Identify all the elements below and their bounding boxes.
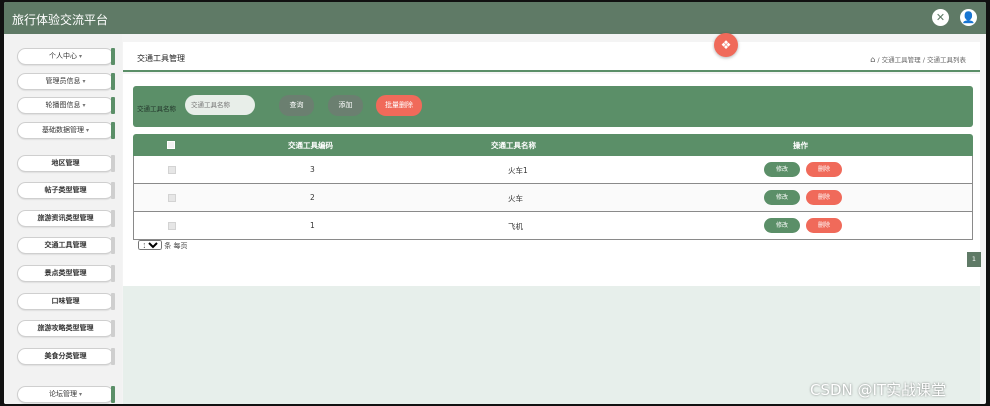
app-title: 旅行体验交流平台 xyxy=(12,13,109,27)
row-checkbox[interactable] xyxy=(168,194,176,202)
delete-button[interactable]: 删除 xyxy=(806,162,842,177)
breadcrumb: ⌂ / 交通工具管理 / 交通工具列表 xyxy=(870,55,966,64)
main-panel: 交通工具名称 查询 添加 批量删除 交通工具编码 交通工具名称 操作 3 火车1… xyxy=(123,74,981,286)
page-title: 交通工具管理 xyxy=(137,54,185,63)
sidebar-item-label: 旅游资讯类型管理 xyxy=(37,214,94,222)
search-bar: 交通工具名称 查询 添加 批量删除 xyxy=(133,86,973,127)
sidebar-item-region[interactable]: 地区管理 xyxy=(17,155,115,172)
content-header: 交通工具管理 ⌂ / 交通工具管理 / 交通工具列表 xyxy=(123,42,980,72)
top-bar: 旅行体验交流平台 ✕ 👤 xyxy=(4,2,986,34)
sidebar-item-label: 论坛管理 xyxy=(48,390,77,398)
sidebar-item-forum[interactable]: 论坛管理 ▾ xyxy=(17,386,115,403)
edit-button[interactable]: 修改 xyxy=(764,190,800,205)
cell-name: 火车 xyxy=(508,194,523,203)
add-button[interactable]: 添加 xyxy=(328,95,363,116)
edit-button[interactable]: 修改 xyxy=(764,162,800,177)
chevron-down-icon: ▾ xyxy=(78,53,82,60)
column-header: 交通工具名称 xyxy=(491,141,536,150)
cell-name: 火车1 xyxy=(508,166,528,175)
row-checkbox[interactable] xyxy=(168,166,176,174)
sidebar-item-base-data[interactable]: 基础数据管理 ▾ xyxy=(17,122,115,139)
sidebar-item-label: 口味管理 xyxy=(51,297,80,305)
app-frame: 旅行体验交流平台 ✕ 👤 个人中心 ▾ 管理员信息 ▾ 轮播图信息 ▾ 基础数据管理 ▾… xyxy=(4,2,986,404)
table-header: 交通工具编码 交通工具名称 操作 xyxy=(133,134,973,156)
per-page-label: 条 每页 xyxy=(164,242,188,250)
sidebar-item-label: 景点类型管理 xyxy=(44,269,87,277)
breadcrumb-item[interactable]: 交通工具管理 xyxy=(882,56,921,64)
sidebar-item-label: 个人中心 xyxy=(48,52,77,60)
cell-code: 2 xyxy=(310,193,315,202)
page-number-button[interactable]: 1 xyxy=(967,252,981,267)
sidebar-item-transport[interactable]: 交通工具管理 xyxy=(17,237,115,254)
sidebar-item-food-category[interactable]: 美食分类管理 xyxy=(17,348,115,365)
query-button[interactable]: 查询 xyxy=(279,95,314,116)
sidebar-item-personal-center[interactable]: 个人中心 ▾ xyxy=(17,48,115,65)
search-label: 交通工具名称 xyxy=(137,105,176,113)
sidebar-item-admin-info[interactable]: 管理员信息 ▾ xyxy=(17,73,115,90)
sidebar-item-label: 交通工具管理 xyxy=(44,241,87,249)
sidebar-item-label: 轮播图信息 xyxy=(45,101,81,109)
sidebar-item-label: 管理员信息 xyxy=(45,77,81,85)
data-table: 交通工具编码 交通工具名称 操作 3 火车1 修改 删除 2 火车 修改 删除 … xyxy=(133,134,973,240)
sidebar-item-label: 基础数据管理 xyxy=(41,126,84,134)
sidebar-item-taste[interactable]: 口味管理 xyxy=(17,293,115,310)
sidebar-item-post-type[interactable]: 帖子类型管理 xyxy=(17,182,115,199)
fullscreen-icon[interactable]: ✕ xyxy=(932,9,949,26)
watermark: CSDN @IT实战课堂 xyxy=(810,381,947,399)
sidebar-item-label: 旅游攻略类型管理 xyxy=(37,324,94,332)
table-row: 1 飞机 修改 删除 xyxy=(133,212,973,240)
cell-name: 飞机 xyxy=(508,222,523,231)
page-size-select[interactable]: 10 xyxy=(138,240,162,250)
chevron-down-icon: ▾ xyxy=(78,391,82,398)
search-input[interactable] xyxy=(185,95,255,115)
sidebar-item-news-type[interactable]: 旅游资讯类型管理 xyxy=(17,210,115,227)
sidebar-item-label: 美食分类管理 xyxy=(44,352,87,360)
delete-button[interactable]: 删除 xyxy=(806,218,842,233)
chevron-down-icon: ▾ xyxy=(82,102,86,109)
edit-button[interactable]: 修改 xyxy=(764,218,800,233)
breadcrumb-item: 交通工具列表 xyxy=(927,56,966,64)
column-header: 操作 xyxy=(793,141,808,150)
row-checkbox[interactable] xyxy=(168,222,176,230)
delete-button[interactable]: 删除 xyxy=(806,190,842,205)
table-row: 3 火车1 修改 删除 xyxy=(133,156,973,184)
chevron-down-icon: ▾ xyxy=(85,127,89,134)
sidebar-item-guide-type[interactable]: 旅游攻略类型管理 xyxy=(17,320,115,337)
home-icon[interactable]: ⌂ xyxy=(870,55,875,64)
chevron-down-icon: ▾ xyxy=(82,78,86,85)
settings-float-icon[interactable]: ❖ xyxy=(714,33,738,57)
sidebar: 个人中心 ▾ 管理员信息 ▾ 轮播图信息 ▾ 基础数据管理 ▾ 地区管理 帖子类型管理 … xyxy=(4,34,122,404)
batch-delete-button[interactable]: 批量删除 xyxy=(376,95,422,116)
sidebar-item-carousel-info[interactable]: 轮播图信息 ▾ xyxy=(17,97,115,114)
sidebar-item-label: 地区管理 xyxy=(51,159,80,167)
cell-code: 3 xyxy=(310,165,315,174)
page-size-control: 10 条 每页 xyxy=(138,240,187,251)
sidebar-item-label: 帖子类型管理 xyxy=(44,186,87,194)
table-row: 2 火车 修改 删除 xyxy=(133,184,973,212)
select-all-checkbox[interactable] xyxy=(167,141,175,149)
user-icon[interactable]: 👤 xyxy=(960,9,977,26)
sidebar-item-scenic-type[interactable]: 景点类型管理 xyxy=(17,265,115,282)
column-header: 交通工具编码 xyxy=(288,141,333,150)
cell-code: 1 xyxy=(310,221,315,230)
